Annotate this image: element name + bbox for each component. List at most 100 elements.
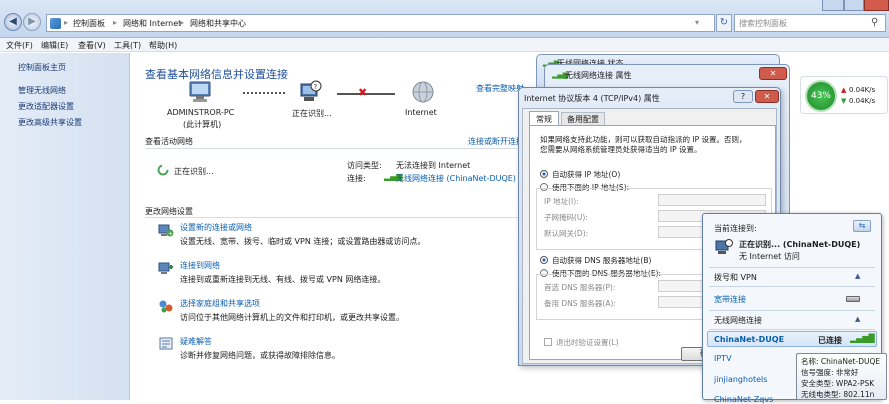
sidebar-item-advanced-sharing[interactable]: 更改高级共享设置	[18, 117, 82, 128]
close-button[interactable]	[864, 0, 889, 11]
divider	[145, 148, 519, 149]
map-node-pc-sub: (此计算机)	[183, 120, 222, 129]
refresh-button[interactable]: ↻	[716, 14, 732, 32]
task-setup-connection: + 设置新的连接或网络 设置无线、宽带、拨号、临时或 VPN 连接；或设置路由器…	[158, 222, 518, 248]
network-item-name[interactable]: IPTV	[714, 354, 732, 363]
tooltip-line: 无线电类型: 802.11n	[801, 390, 875, 399]
active-networks-label: 查看活动网络	[145, 137, 193, 146]
tooltip-line: 名称: ChinaNet-DUQE	[801, 357, 881, 366]
search-field[interactable]: 搜索控制面板 ⚲	[734, 14, 886, 32]
menu-edit[interactable]: 编辑(E)	[41, 40, 68, 51]
access-type-label: 访问类型:	[347, 161, 382, 170]
task-desc: 诊断并修复网络问题，或获得故障排除信息。	[180, 351, 340, 360]
breadcrumb-item[interactable]: 控制面板	[73, 18, 105, 29]
divider	[145, 217, 519, 218]
download-arrow-icon: ▼	[841, 97, 847, 105]
svg-text:?: ?	[314, 83, 318, 91]
sidebar-item-adapter-settings[interactable]: 更改适配器设置	[18, 101, 74, 112]
validate-label[interactable]: 退出时验证设置(L)	[556, 337, 619, 348]
upload-speed: 0.04K/s	[849, 86, 876, 94]
menu-help[interactable]: 帮助(H)	[149, 40, 177, 51]
breadcrumb-separator-icon: ▸	[64, 18, 69, 27]
map-node-pc-name: ADMINSTROR-PC	[167, 108, 235, 117]
network-item-name: ChinaNet-DUQE	[714, 335, 785, 344]
sidebar-home-link[interactable]: 控制面板主页	[18, 62, 66, 73]
task-desc: 设置无线、宽带、拨号、临时或 VPN 连接；或设置路由器或访问点。	[180, 237, 426, 246]
task-title[interactable]: 疑难解答	[180, 336, 212, 347]
collapse-icon[interactable]: ▲	[855, 315, 860, 323]
ip-address-field[interactable]	[658, 194, 766, 206]
back-button[interactable]: ◀	[4, 13, 22, 31]
network-setup-icon: +	[158, 224, 174, 238]
breadcrumb-item[interactable]: 网络和 Internet	[123, 18, 181, 29]
flyout-wireless-header[interactable]: 无线网络连接	[714, 315, 762, 326]
auto-dns-radio[interactable]	[540, 256, 548, 264]
properties-window-title: 无线网络连接 属性	[565, 71, 632, 80]
troubleshoot-icon	[159, 337, 173, 350]
flyout-refresh-icon[interactable]: ⇆	[853, 220, 871, 232]
signal-strength-icon: ▂▄▆█	[850, 334, 875, 343]
task-title[interactable]: 选择家庭组和共享选项	[180, 298, 260, 309]
ipv4-dialog-title: Internet 协议版本 4 (TCP/IPv4) 属性	[524, 94, 660, 103]
connection-value-link[interactable]: 无线网络连接 (ChinaNet-DUQE)	[396, 173, 516, 184]
auto-ip-radio[interactable]	[540, 170, 548, 178]
disconnected-x-icon: ✖	[358, 86, 368, 99]
subnet-label: 子网掩码(U):	[544, 213, 588, 222]
broadband-item[interactable]: 宽带连接	[714, 294, 746, 305]
task-desc: 访问位于其他网络计算机上的文件和打印机，或更改共享设置。	[180, 313, 404, 322]
sidebar-item-manage-wireless[interactable]: 管理无线网络	[18, 85, 66, 96]
connect-network-icon	[158, 262, 173, 274]
menu-file[interactable]: 文件(F)	[6, 40, 33, 51]
upload-arrow-icon: ▲	[841, 86, 847, 94]
auto-dns-label[interactable]: 自动获得 DNS 服务器地址(B)	[552, 255, 651, 266]
svg-text:+: +	[168, 231, 173, 238]
auto-ip-label[interactable]: 自动获得 IP 地址(O)	[552, 169, 620, 180]
connect-disconnect-link[interactable]: 连接或断开连接	[468, 136, 524, 147]
network-item-name[interactable]: jinjianghotels	[714, 375, 767, 384]
tab-alternate[interactable]: 备用配置	[561, 112, 605, 126]
task-connect-network: 连接到网络 连接到或重新连接到无线、有线、拨号或 VPN 网络连接。	[158, 260, 518, 286]
forward-button[interactable]: ▶	[23, 13, 41, 31]
minimize-button[interactable]	[822, 0, 844, 11]
control-panel-icon	[50, 18, 61, 29]
flyout-divider	[709, 329, 875, 330]
task-title[interactable]: 连接到网络	[180, 260, 220, 271]
network-status: 正在识别...	[174, 167, 214, 176]
full-map-link[interactable]: 查看完整映射	[476, 83, 524, 94]
validate-checkbox[interactable]	[544, 338, 552, 346]
address-dropdown-icon[interactable]: ▾	[695, 18, 699, 27]
menu-tools[interactable]: 工具(T)	[114, 40, 141, 51]
alternate-dns-label: 备用 DNS 服务器(A):	[544, 299, 616, 308]
search-icon[interactable]: ⚲	[871, 17, 878, 28]
computer-icon	[189, 81, 211, 102]
tooltip-line: 安全类型: WPA2-PSK	[801, 379, 875, 388]
ipv4-close-button[interactable]: ✕	[755, 90, 779, 103]
menu-view[interactable]: 查看(V)	[78, 40, 106, 51]
change-settings-label: 更改网络设置	[145, 207, 193, 216]
breadcrumb-item[interactable]: 网络和共享中心	[190, 18, 246, 29]
map-node-identifying: 正在识别...	[292, 109, 332, 118]
address-field[interactable]: ▸ 控制面板 ▸ 网络和 Internet ▸ 网络和共享中心 ▾	[46, 14, 715, 32]
download-speed: 0.04K/s	[849, 97, 876, 105]
identifying-spinner-icon	[157, 164, 169, 176]
task-troubleshoot: 疑难解答 诊断并修复网络问题，或获得故障排除信息。	[158, 336, 518, 362]
map-node-internet: Internet	[405, 108, 437, 117]
maximize-button[interactable]	[844, 0, 864, 11]
network-item-selected[interactable]: ChinaNet-DUQE 已连接 ▂▄▆█	[707, 331, 877, 347]
flyout-divider	[709, 267, 875, 268]
flyout-dialup-header[interactable]: 拨号和 VPN	[714, 272, 757, 283]
collapse-icon[interactable]: ▲	[855, 272, 860, 280]
gauge-circle[interactable]: 43%	[805, 80, 837, 112]
search-input[interactable]: 搜索控制面板	[739, 18, 787, 29]
help-button[interactable]: ?	[733, 90, 753, 103]
task-desc: 连接到或重新连接到无线、有线、拨号或 VPN 网络连接。	[180, 275, 386, 284]
sidebar: 控制面板主页 管理无线网络 更改适配器设置 更改高级共享设置	[0, 53, 130, 400]
tooltip-line: 信号强度: 非常好	[801, 368, 859, 377]
ipv4-description: 您需要从网络系统管理员处获得适当的 IP 设置。	[540, 145, 702, 154]
task-title[interactable]: 设置新的连接或网络	[180, 222, 252, 233]
network-item-status: 已连接	[818, 336, 842, 345]
homegroup-icon	[159, 300, 173, 313]
network-map: ADMINSTROR-PC (此计算机) ? 正在识别... ✖ Interne…	[155, 78, 455, 129]
globe-icon	[412, 81, 434, 103]
properties-close-button[interactable]: ✕	[759, 67, 787, 80]
